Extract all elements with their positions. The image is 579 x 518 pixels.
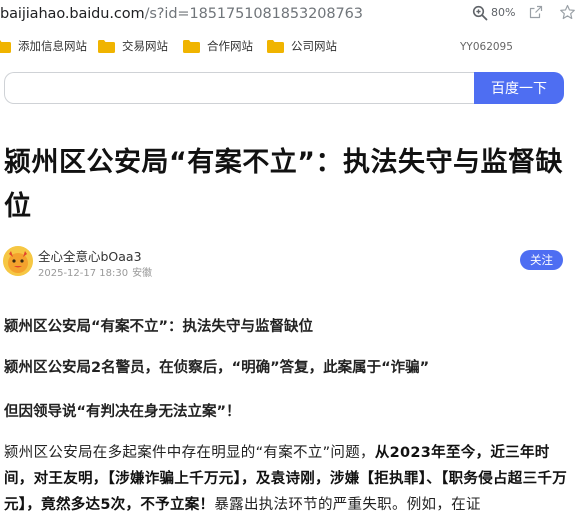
avatar-icon [3, 246, 33, 276]
bookmark-folder[interactable]: 公司网站 [267, 37, 337, 55]
share-icon[interactable] [529, 5, 543, 19]
article-title: 颍州区公安局“有案不立”：执法失守与监督缺位 [4, 147, 563, 222]
article-paragraph: 颍州区公安局“有案不立”：执法失守与监督缺位 [4, 319, 314, 335]
article-paragraph: 颍州区公安局2名警员，在侦察后，“明确”答复，此案属于“诈骗” [4, 360, 430, 376]
folder-icon [267, 39, 284, 53]
star-icon[interactable] [559, 4, 576, 21]
bookmark-label: 添加信息网站 [18, 39, 87, 53]
bookmark-folder[interactable]: 添加信息网站 [0, 37, 87, 55]
article-meta: 2025-12-17 18:30 安徽 [38, 264, 152, 279]
article-paragraph: 但因领导说“有判决在身无法立案”！ [4, 404, 241, 420]
url-text[interactable]: baijiahao.baidu.com/s?id=185175108185320… [0, 4, 363, 24]
author-name[interactable]: 全心全意心bOaa3 [38, 246, 142, 265]
address-bar[interactable]: baijiahao.baidu.com/s?id=185175108185320… [0, 0, 579, 30]
folder-icon [183, 39, 200, 53]
avatar[interactable] [3, 246, 33, 276]
bookmark-folder[interactable]: 合作网站 [183, 37, 253, 55]
profile-id: YY062095 [460, 41, 513, 53]
bookmark-label: 合作网站 [207, 39, 253, 53]
url-host: baijiahao.baidu.com [0, 6, 145, 22]
zoom-level: 80% [491, 6, 516, 19]
bookmark-folder[interactable]: 交易网站 [98, 37, 168, 55]
url-path: /s?id=1851751081853208763 [144, 6, 363, 22]
publish-location: 安徽 [132, 268, 153, 279]
folder-icon [0, 39, 11, 53]
folder-icon [98, 39, 115, 53]
bookmark-label: 公司网站 [291, 39, 337, 53]
bookmark-label: 交易网站 [122, 39, 168, 53]
article-body: 颍州区公安局在多起案件中存在明显的“有案不立”问题，从2023年至今，近三年时间… [4, 440, 576, 518]
body-text: 颍州区公安局在多起案件中存在明显的“有案不立”问题， [4, 445, 375, 461]
zoom-icon[interactable] [472, 5, 488, 21]
search-button[interactable]: 百度一下 [474, 72, 564, 104]
search-input[interactable] [4, 72, 474, 104]
publish-date: 2025-12-17 18:30 [38, 268, 129, 279]
follow-button[interactable]: 关注 [520, 250, 563, 270]
bookmarks-bar: 添加信息网站 交易网站 合作网站 公司网站 YY062095 [0, 33, 579, 59]
body-text: 暴露出执法环节的严重失职。例如，在证 [214, 497, 481, 513]
